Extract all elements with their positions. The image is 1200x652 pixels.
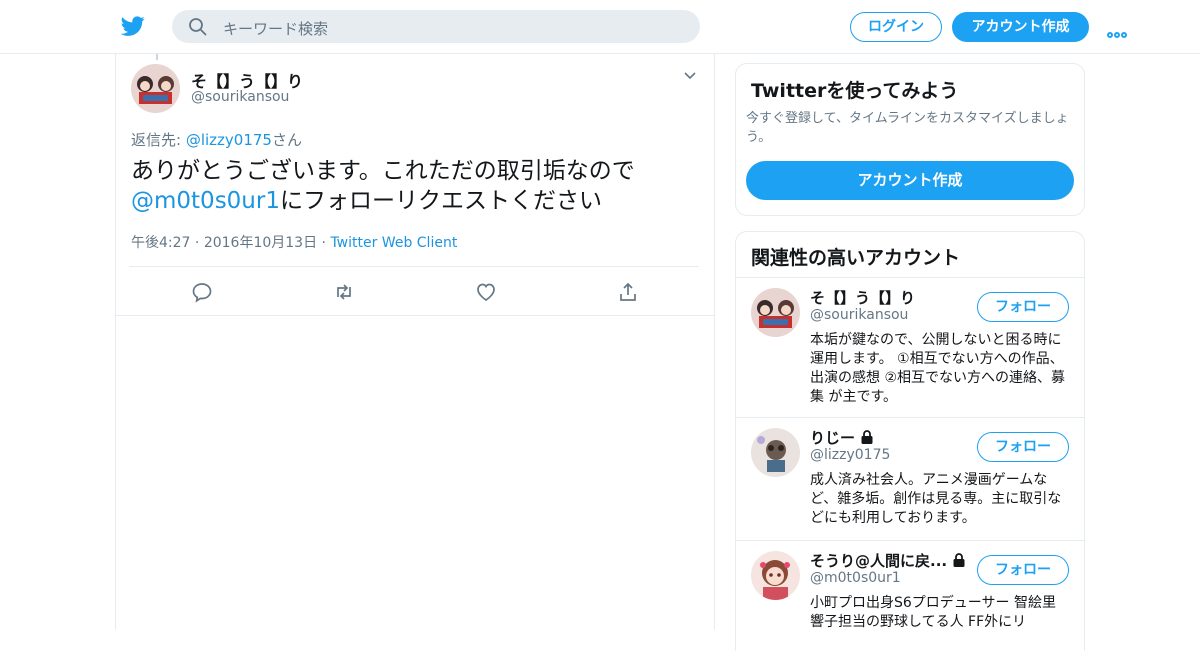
signup-card: Twitterを使ってみよう 今すぐ登録して、タイムラインをカスタマイズしましょ… bbox=[735, 63, 1085, 216]
avatar-image bbox=[131, 64, 180, 113]
related-accounts-card: 関連性の高いアカウント そ【】う【】り @sourikansou フォロー 本垢… bbox=[735, 231, 1085, 651]
lock-icon bbox=[953, 553, 965, 567]
avatar-image bbox=[751, 288, 800, 337]
reply-context: 返信先: @lizzy0175さん bbox=[131, 129, 302, 150]
search-input[interactable]: キーワード検索 bbox=[223, 18, 328, 39]
search-icon bbox=[189, 18, 207, 36]
reply-suffix: さん bbox=[271, 131, 302, 149]
account-name-text[interactable]: りじー bbox=[810, 429, 855, 447]
follow-button[interactable]: フォロー bbox=[977, 432, 1069, 462]
twitter-bird-icon[interactable] bbox=[120, 14, 146, 38]
signup-button[interactable]: アカウント作成 bbox=[952, 12, 1089, 42]
account-handle[interactable]: @m0t0s0ur1 bbox=[810, 570, 901, 586]
tweet-text-line2: にフォローリクエストください bbox=[279, 188, 602, 214]
account-bio: 本垢が鍵なので、公開しないと困る時に運用します。 ①相互でない方への作品、出演の… bbox=[810, 332, 1065, 405]
tweet-time[interactable]: 午後4:27 bbox=[131, 235, 190, 251]
follow-button[interactable]: フォロー bbox=[977, 292, 1069, 322]
account-bio: 小町プロ出身S6プロデューサー 智絵里 響子担当の野球してる人 FF外にリ bbox=[810, 595, 1056, 630]
avatar-image bbox=[751, 551, 800, 600]
avatar[interactable] bbox=[131, 64, 180, 113]
account-name[interactable]: そうり@人間に戻... bbox=[810, 550, 967, 571]
like-heart-icon[interactable] bbox=[475, 281, 497, 303]
avatar[interactable] bbox=[751, 428, 800, 477]
account-name-text[interactable]: そうり@人間に戻... bbox=[810, 552, 947, 570]
avatar[interactable] bbox=[751, 288, 800, 337]
reply-prefix: 返信先: bbox=[131, 131, 186, 149]
tweet-mention-link[interactable]: @m0t0s0ur1 bbox=[131, 188, 280, 214]
list-item[interactable]: そうり@人間に戻... @m0t0s0ur1 フォロー 小町プロ出身S6プロデュ… bbox=[736, 541, 1084, 652]
signup-card-description: 今すぐ登録して、タイムラインをカスタマイズしましょう。 bbox=[746, 111, 1069, 145]
reply-icon[interactable] bbox=[191, 281, 213, 303]
tweet-text: ありがとうございます。これただの取引垢なので @m0t0s0ur1にフォローリク… bbox=[131, 156, 691, 216]
tweet-action-bar bbox=[116, 267, 714, 316]
signup-card-button[interactable]: アカウント作成 bbox=[746, 161, 1074, 200]
account-bio: 成人済み社会人。アニメ漫画ゲームなど、雑多垢。創作は見る専。主に取引などにも利用… bbox=[810, 472, 1062, 526]
more-dots-icon[interactable] bbox=[1107, 23, 1131, 38]
related-accounts-title: 関連性の高いアカウント bbox=[751, 247, 961, 269]
avatar-image bbox=[751, 428, 800, 477]
account-name[interactable]: りじー bbox=[810, 427, 875, 448]
tweet-column: そ【】う【】り @sourikansou 返信先: @lizzy0175さん あ… bbox=[115, 54, 715, 630]
reply-mention-link[interactable]: @lizzy0175 bbox=[186, 131, 272, 149]
list-item[interactable]: りじー @lizzy0175 フォロー 成人済み社会人。アニメ漫画ゲームなど、雑… bbox=[736, 418, 1084, 541]
meta-separator: · bbox=[190, 235, 204, 251]
retweet-icon[interactable] bbox=[333, 281, 355, 303]
share-icon[interactable] bbox=[617, 281, 639, 303]
login-button[interactable]: ログイン bbox=[850, 12, 942, 42]
chevron-down-icon[interactable] bbox=[682, 68, 698, 84]
author-handle[interactable]: @sourikansou bbox=[191, 89, 289, 105]
top-navigation-bar: キーワード検索 ログイン アカウント作成 bbox=[0, 0, 1200, 54]
tweet-metadata: 午後4:27 · 2016年10月13日 · Twitter Web Clien… bbox=[131, 232, 457, 252]
lock-icon bbox=[861, 430, 873, 444]
follow-button[interactable]: フォロー bbox=[977, 555, 1069, 585]
tweet-text-line1: ありがとうございます。これただの取引垢なので bbox=[131, 158, 635, 184]
tweet-client-link[interactable]: Twitter Web Client bbox=[330, 235, 457, 251]
avatar[interactable] bbox=[751, 551, 800, 600]
account-handle[interactable]: @sourikansou bbox=[810, 307, 908, 323]
signup-card-title: Twitterを使ってみよう bbox=[751, 80, 959, 102]
search-bar[interactable]: キーワード検索 bbox=[172, 10, 700, 43]
thread-connector bbox=[156, 54, 158, 60]
account-handle[interactable]: @lizzy0175 bbox=[810, 447, 890, 463]
meta-separator: · bbox=[317, 235, 331, 251]
account-name[interactable]: そ【】う【】り bbox=[810, 287, 915, 308]
list-item[interactable]: そ【】う【】り @sourikansou フォロー 本垢が鍵なので、公開しないと… bbox=[736, 278, 1084, 418]
tweet-date[interactable]: 2016年10月13日 bbox=[204, 235, 317, 251]
